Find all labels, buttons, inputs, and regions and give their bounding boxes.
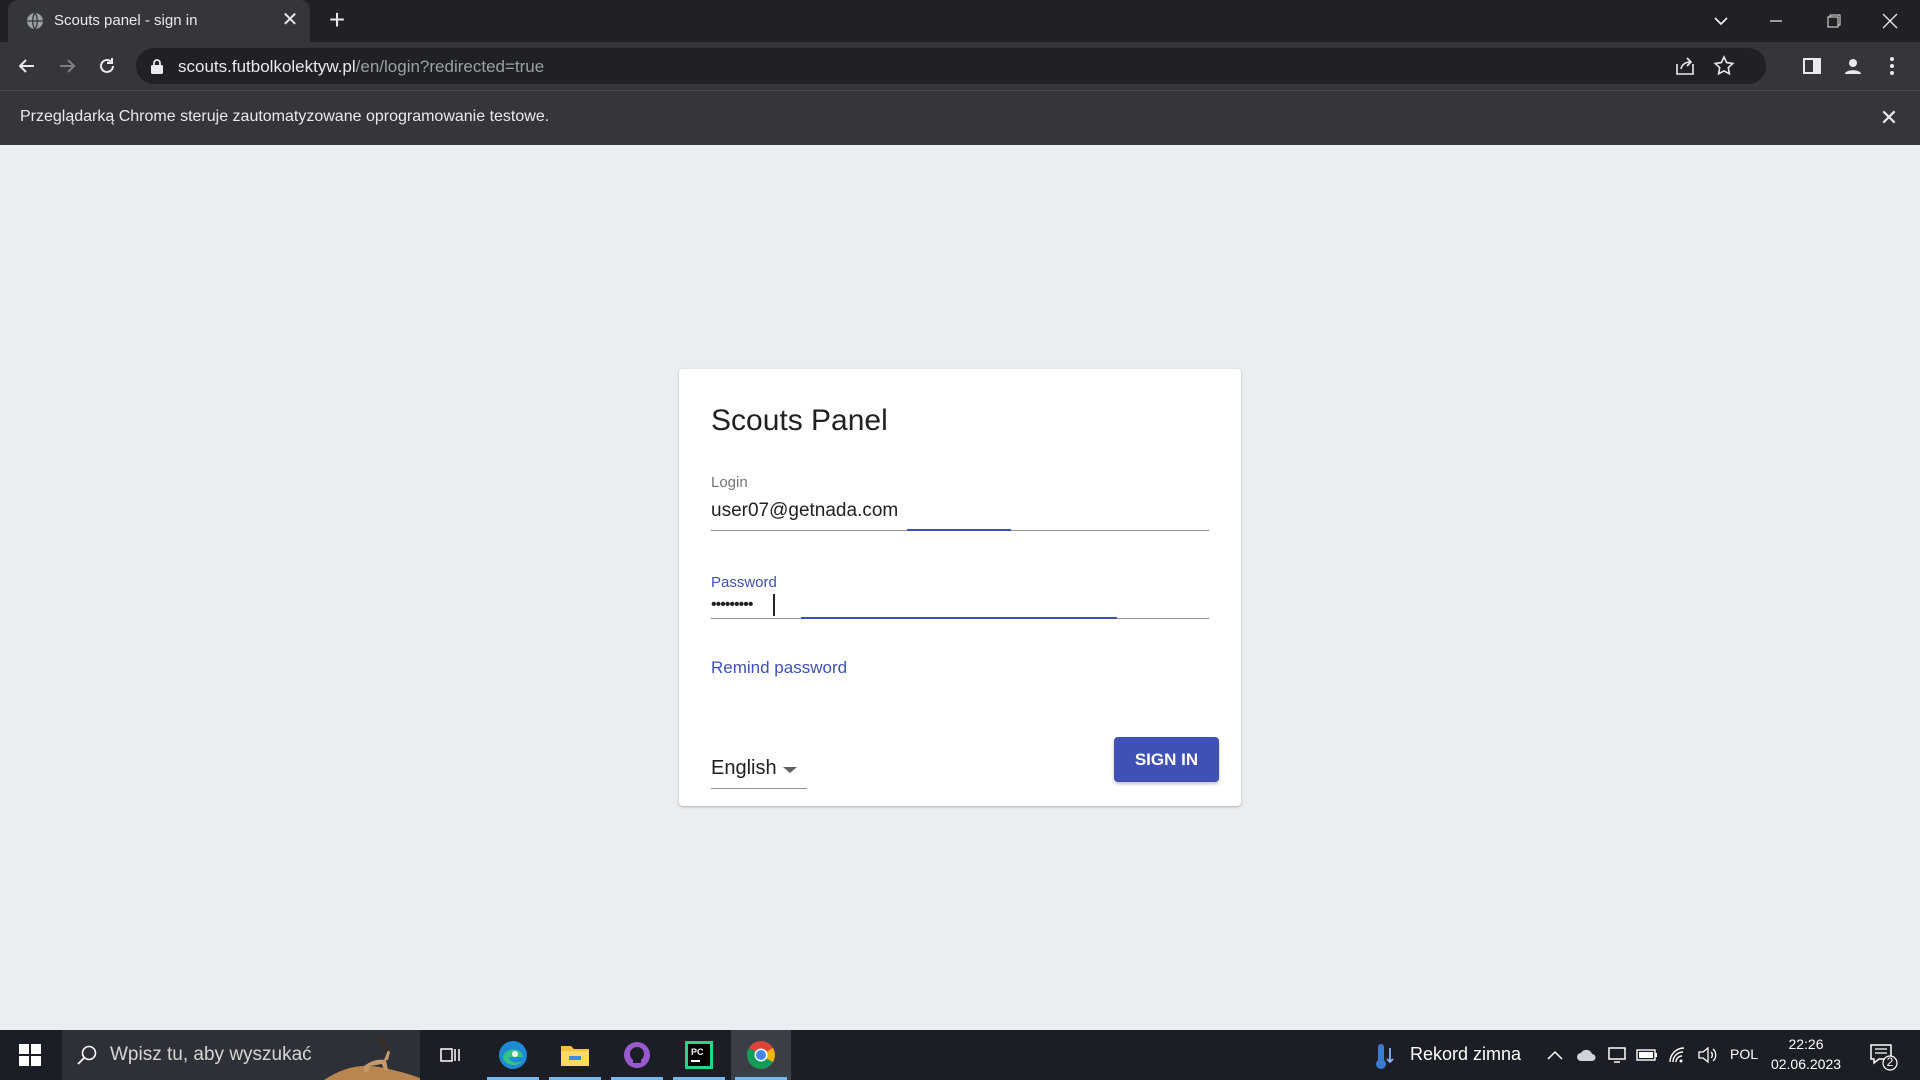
login-field[interactable]: Login user07@getnada.com (711, 474, 1209, 538)
tab-search-icon[interactable] (1708, 8, 1734, 34)
taskbar-pycharm[interactable]: PC (669, 1030, 729, 1080)
task-view-icon (440, 1048, 460, 1062)
infobar-close-icon[interactable]: ✕ (1876, 105, 1902, 131)
sign-in-button[interactable]: SIGN IN (1114, 737, 1219, 782)
profile-icon (1845, 59, 1861, 74)
folder-icon (561, 1046, 589, 1066)
dropdown-arrow-icon (783, 767, 797, 773)
monitor-icon (1608, 1047, 1626, 1063)
share-icon[interactable] (1674, 55, 1696, 77)
windows-logo-icon (19, 1044, 41, 1066)
volume-tray[interactable] (1694, 1030, 1720, 1080)
login-input[interactable]: user07@getnada.com (711, 500, 898, 522)
search-placeholder: Wpisz tu, aby wyszukać (110, 1044, 312, 1065)
search-icon (77, 1045, 97, 1065)
forward-button[interactable] (51, 50, 83, 82)
input-language-indicator[interactable]: POL (1730, 1046, 1758, 1062)
pycharm-icon: PC (685, 1041, 713, 1069)
minimize-icon (1770, 20, 1782, 22)
new-tab-button[interactable]: + (322, 6, 352, 36)
automation-infobar: Przeglądarką Chrome steruje zautomatyzow… (0, 90, 1920, 145)
clock-date: 02.06.2023 (1770, 1056, 1842, 1072)
cloud-icon (1577, 1049, 1596, 1061)
restore-button[interactable] (1806, 0, 1862, 42)
language-selected: English (711, 757, 777, 779)
infobar-message: Przeglądarką Chrome steruje zautomatyzow… (20, 108, 550, 125)
reload-button[interactable] (91, 50, 123, 82)
arrow-left-icon (18, 59, 34, 73)
password-input[interactable]: ••••••••• (711, 596, 753, 614)
more-vertical-icon (1890, 57, 1894, 75)
reload-icon (100, 58, 114, 73)
show-hidden-icons-button[interactable] (1542, 1030, 1568, 1080)
svg-text:PC: PC (691, 1047, 704, 1057)
browser-tab-strip: Scouts panel - sign in ✕ + (0, 0, 1920, 42)
tab-title: Scouts panel - sign in (54, 12, 198, 29)
taskbar-search[interactable]: Wpisz tu, aby wyszukać (62, 1030, 420, 1080)
remind-password-link[interactable]: Remind password (711, 658, 847, 678)
speaker-icon (1698, 1046, 1717, 1064)
address-bar[interactable]: scouts.futbolkolektyw.pl/en/login?redire… (136, 48, 1766, 84)
close-icon (1882, 13, 1898, 29)
weather-widget[interactable]: Rekord zimna (1368, 1030, 1528, 1080)
notification-center-button[interactable]: 2 (1866, 1038, 1900, 1072)
page-title: Scouts Panel (711, 404, 888, 437)
battery-tray[interactable] (1634, 1030, 1660, 1080)
url-host: scouts.futbolkolektyw.pl (178, 57, 356, 76)
taskbar-file-explorer[interactable] (545, 1030, 605, 1080)
wifi-icon (1669, 1047, 1685, 1063)
weather-text: Rekord zimna (1410, 1044, 1522, 1064)
chevron-up-icon (1547, 1050, 1563, 1060)
notification-count: 2 (1886, 1055, 1894, 1069)
language-select[interactable]: English (711, 749, 807, 789)
tab-close-icon[interactable]: ✕ (278, 8, 302, 32)
lock-icon[interactable] (150, 58, 164, 74)
back-button[interactable] (11, 50, 43, 82)
browser-toolbar: scouts.futbolkolektyw.pl/en/login?redire… (0, 42, 1920, 90)
windows-taskbar: Wpisz tu, aby wyszukać PC Rekord zimna P… (0, 1030, 1920, 1080)
notification-icon (1870, 1044, 1898, 1071)
search-highlight-antelope-icon (324, 1034, 420, 1080)
taskbar-clock[interactable]: 22:26 02.06.2023 (1770, 1034, 1842, 1074)
text-caret (773, 594, 775, 616)
arrow-right-icon (60, 59, 76, 73)
profile-button[interactable] (1841, 54, 1865, 78)
clock-time: 22:26 (1788, 1036, 1824, 1052)
taskbar-github-desktop[interactable] (607, 1030, 667, 1080)
edge-icon (499, 1041, 527, 1069)
url-text: scouts.futbolkolektyw.pl/en/login?redire… (178, 57, 544, 77)
restore-icon (1827, 14, 1841, 28)
chrome-icon (747, 1041, 775, 1069)
password-focus-line (801, 617, 1117, 619)
battery-icon (1636, 1049, 1657, 1061)
onedrive-tray[interactable] (1574, 1030, 1600, 1080)
close-window-button[interactable] (1862, 0, 1918, 42)
globe-icon (27, 12, 43, 30)
minimize-button[interactable] (1748, 0, 1804, 42)
url-path: /en/login?redirected=true (355, 57, 545, 76)
login-card: Scouts Panel Login user07@getnada.com Pa… (679, 369, 1241, 806)
page-content: Scouts Panel Login user07@getnada.com Pa… (0, 145, 1920, 1030)
taskbar-chrome[interactable] (731, 1030, 791, 1080)
side-panel-button[interactable] (1800, 54, 1824, 78)
network-status-tray[interactable] (1604, 1030, 1630, 1080)
task-view-button[interactable] (420, 1030, 480, 1080)
bookmark-star-icon[interactable] (1712, 54, 1736, 78)
thermometer-icon (1376, 1044, 1394, 1069)
side-panel-icon (1803, 58, 1821, 74)
browser-tab-active[interactable]: Scouts panel - sign in ✕ (8, 0, 310, 42)
password-field[interactable]: Password ••••••••• (711, 574, 1209, 624)
login-label: Login (711, 474, 748, 491)
github-icon (624, 1042, 650, 1068)
password-label: Password (711, 574, 777, 591)
start-button[interactable] (0, 1030, 60, 1080)
menu-button[interactable] (1880, 54, 1904, 78)
login-focus-ripple (907, 529, 1011, 531)
wifi-tray[interactable] (1664, 1030, 1690, 1080)
taskbar-edge[interactable] (483, 1030, 543, 1080)
